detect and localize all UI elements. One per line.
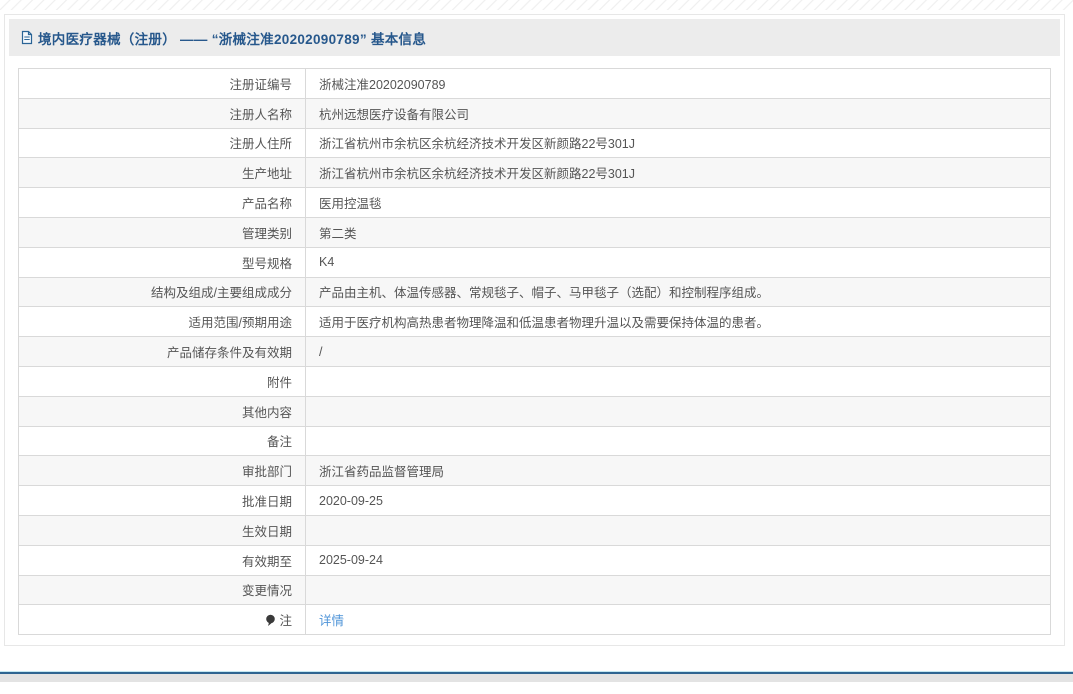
table-row: 适用范围/预期用途 适用于医疗机构高热患者物理降温和低温患者物理升温以及需要保持体… xyxy=(18,306,1051,338)
panel-header: 境内医疗器械（注册） —— “浙械注准20202090789” 基本信息 xyxy=(9,19,1060,56)
row-label: 备注 xyxy=(18,425,306,457)
row-value: / xyxy=(305,336,1051,367)
table-row: 有效期至 2025-09-24 xyxy=(18,544,1051,576)
row-value xyxy=(305,574,1051,606)
table-row: 变更情况 xyxy=(18,574,1051,606)
row-label: 适用范围/预期用途 xyxy=(18,306,306,338)
table-row: 附件 xyxy=(18,365,1051,397)
registration-info-table: 注册证编号 浙械注准20202090789 注册人名称 杭州远想医疗设备有限公司 注册人… xyxy=(18,68,1051,636)
row-label: 产品储存条件及有效期 xyxy=(18,336,306,367)
table-row: 管理类别 第二类 xyxy=(18,216,1051,248)
note-icon xyxy=(266,614,276,627)
row-label: 注册人住所 xyxy=(18,127,306,159)
table-row: 产品储存条件及有效期 / xyxy=(18,336,1051,367)
table-row: 生效日期 xyxy=(18,514,1051,546)
table-row: 结构及组成/主要组成成分 产品由主机、体温传感器、常规毯子、帽子、马甲毯子（选配）… xyxy=(18,276,1051,308)
table-row: 注册证编号 浙械注准20202090789 xyxy=(18,68,1051,99)
row-label: 注 xyxy=(18,604,306,636)
info-table-body: 注册证编号 浙械注准20202090789 注册人名称 杭州远想医疗设备有限公司 注册人… xyxy=(18,68,1051,636)
row-label: 注册证编号 xyxy=(18,68,306,99)
row-value xyxy=(305,395,1051,427)
row-label: 批准日期 xyxy=(18,485,306,516)
row-value: 产品由主机、体温传感器、常规毯子、帽子、马甲毯子（选配）和控制程序组成。 xyxy=(305,276,1051,308)
details-link[interactable]: 详情 xyxy=(319,614,344,628)
table-row: 注册人名称 杭州远想医疗设备有限公司 xyxy=(18,97,1051,129)
document-icon xyxy=(20,30,34,45)
row-label: 结构及组成/主要组成成分 xyxy=(18,276,306,308)
row-value: 浙江省杭州市余杭区余杭经济技术开发区新颜路22号301J xyxy=(305,127,1051,159)
registration-info-panel: 境内医疗器械（注册） —— “浙械注准20202090789” 基本信息 注册证… xyxy=(4,14,1065,647)
row-label: 注册人名称 xyxy=(18,97,306,129)
row-label: 管理类别 xyxy=(18,216,306,248)
table-row: 注册人住所 浙江省杭州市余杭区余杭经济技术开发区新颜路22号301J xyxy=(18,127,1051,159)
row-value xyxy=(305,514,1051,546)
top-stripe-decoration xyxy=(0,0,1073,10)
row-value xyxy=(305,425,1051,457)
row-value: 浙江省药品监督管理局 xyxy=(305,455,1051,487)
page-title: 境内医疗器械（注册） —— “浙械注准20202090789” 基本信息 xyxy=(38,31,427,47)
table-row: 批准日期 2020-09-25 xyxy=(18,485,1051,516)
row-value: 医用控温毯 xyxy=(305,187,1051,218)
row-label: 生产地址 xyxy=(18,157,306,189)
row-value: K4 xyxy=(305,246,1051,278)
row-label: 附件 xyxy=(18,365,306,397)
row-label: 产品名称 xyxy=(18,187,306,218)
row-label: 审批部门 xyxy=(18,455,306,487)
row-value: 浙江省杭州市余杭区余杭经济技术开发区新颜路22号301J xyxy=(305,157,1051,189)
row-value: 2025-09-24 xyxy=(305,544,1051,576)
row-value: 适用于医疗机构高热患者物理降温和低温患者物理升温以及需要保持体温的患者。 xyxy=(305,306,1051,338)
row-label: 生效日期 xyxy=(18,514,306,546)
row-value: 浙械注准20202090789 xyxy=(305,68,1051,99)
row-value: 杭州远想医疗设备有限公司 xyxy=(305,97,1051,129)
table-row: 型号规格 K4 xyxy=(18,246,1051,278)
table-row: 生产地址 浙江省杭州市余杭区余杭经济技术开发区新颜路22号301J xyxy=(18,157,1051,189)
table-row: 备注 xyxy=(18,425,1051,457)
row-label: 有效期至 xyxy=(18,544,306,576)
row-value: 第二类 xyxy=(305,216,1051,248)
table-row: 注详情 xyxy=(18,604,1051,636)
row-value xyxy=(305,365,1051,397)
table-row: 其他内容 xyxy=(18,395,1051,427)
row-value: 详情 xyxy=(305,604,1051,636)
row-label: 型号规格 xyxy=(18,246,306,278)
row-value: 2020-09-25 xyxy=(305,485,1051,516)
footer-strip xyxy=(0,674,1073,683)
row-label: 变更情况 xyxy=(18,574,306,606)
table-row: 产品名称 医用控温毯 xyxy=(18,187,1051,218)
row-label: 其他内容 xyxy=(18,395,306,427)
table-row: 审批部门 浙江省药品监督管理局 xyxy=(18,455,1051,487)
